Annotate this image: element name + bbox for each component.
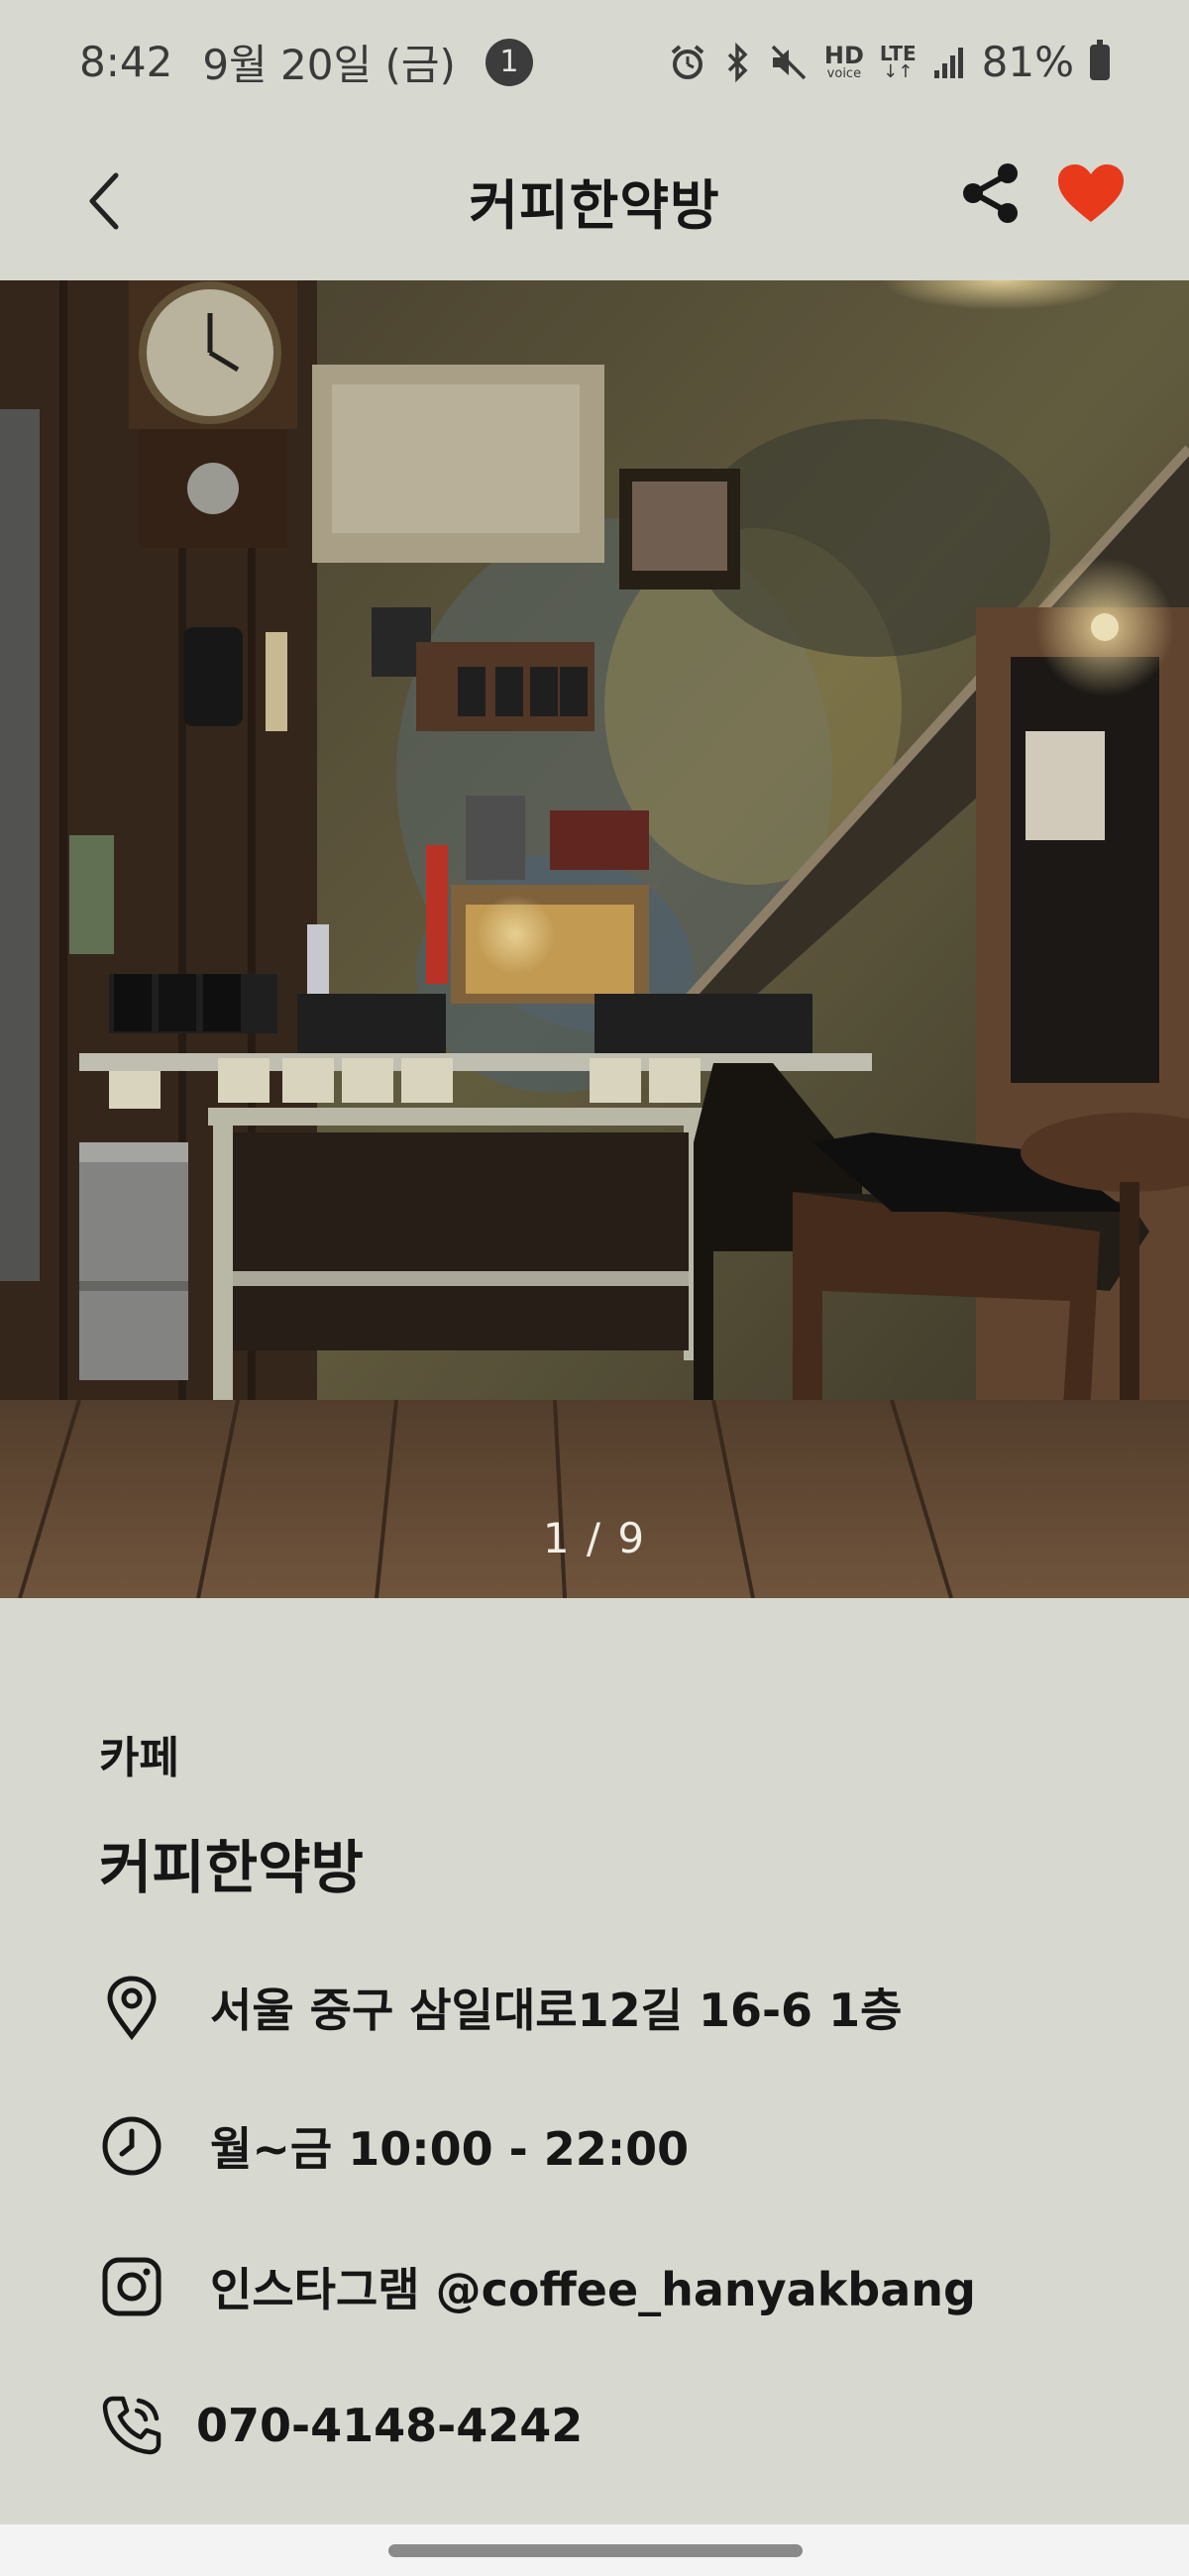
instagram-row[interactable]: 인스타그램 @coffee_hanyakbang [99, 2254, 976, 2319]
photo-gallery[interactable]: 1 / 9 [0, 280, 1189, 1598]
app-bar: 커피한약방 [0, 124, 1189, 277]
status-time: 8:42 [79, 38, 173, 86]
place-category: 카페 [99, 1733, 179, 1783]
instagram-text: 인스타그램 @coffee_hanyakbang [210, 2263, 976, 2316]
phone-row[interactable]: 070-4148-4242 [99, 2393, 583, 2458]
hours-row: 월~금 10:00 - 22:00 [99, 2113, 689, 2179]
phone-call-icon [99, 2393, 164, 2458]
share-button[interactable] [951, 154, 1030, 233]
battery-icon [1090, 39, 1110, 80]
instagram-icon [99, 2254, 164, 2319]
alarm-icon [668, 43, 707, 82]
lte-arrows: ↓↑ [883, 60, 914, 82]
address-text: 서울 중구 삼일대로12길 16-6 1층 [210, 1984, 903, 2037]
favorite-button[interactable] [1050, 154, 1132, 233]
status-date: 9월 20일 (금) [202, 41, 456, 89]
voice-label: voice [826, 66, 862, 81]
hd-label: HD [823, 42, 864, 69]
mute-icon [769, 43, 809, 82]
hd-voice-icon: HD voice [824, 44, 864, 80]
notification-badge: 1 [485, 38, 533, 86]
signal-icon [932, 45, 966, 80]
clock-icon [99, 2113, 164, 2179]
battery-percent: 81% [981, 38, 1074, 86]
place-info: 카페 커피한약방 서울 중구 삼일대로12길 16-6 1층 월~금 10:00… [0, 1598, 1189, 2524]
lte-icon: LTE ↓↑ [880, 44, 917, 81]
lte-label: LTE [879, 41, 917, 65]
place-name: 커피한약방 [99, 1834, 364, 1901]
share-icon [963, 163, 1018, 223]
phone-text: 070-4148-4242 [196, 2399, 584, 2452]
cafe-interior-photo [0, 280, 1189, 1598]
bluetooth-icon [723, 42, 753, 82]
status-bar: 8:42 9월 20일 (금) 1 HD voice LTE ↓↑ 81% [0, 0, 1189, 124]
home-indicator[interactable] [388, 2544, 803, 2557]
location-pin-icon [99, 1975, 164, 2040]
address-row[interactable]: 서울 중구 삼일대로12길 16-6 1층 [99, 1975, 902, 2040]
photo-counter: 1 / 9 [542, 1514, 647, 1562]
heart-icon [1058, 164, 1124, 222]
system-nav-bar [0, 2524, 1189, 2576]
hours-text: 월~금 10:00 - 22:00 [210, 2122, 690, 2176]
